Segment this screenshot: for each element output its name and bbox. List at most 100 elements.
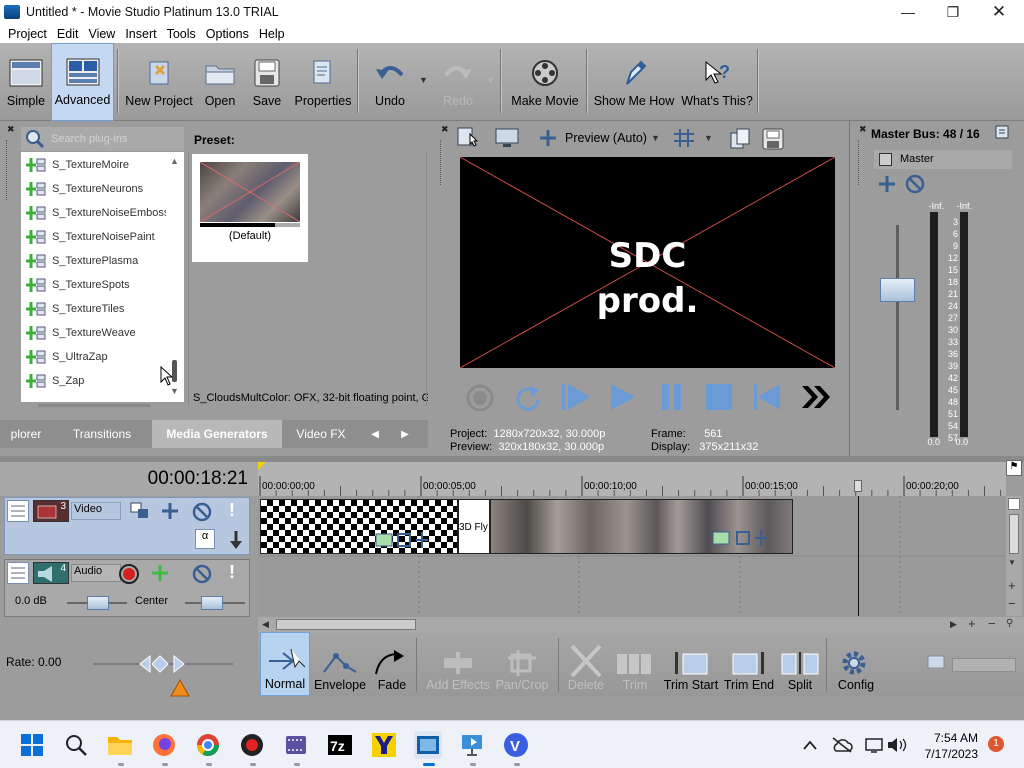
- plugin-list-item[interactable]: S_TextureNoiseEmboss: [21, 201, 184, 225]
- collapse-left-icon[interactable]: ✖: [7, 124, 15, 135]
- firefox-icon[interactable]: [150, 731, 178, 759]
- plugin-list-item[interactable]: S_TexturePlasma: [21, 249, 184, 273]
- play-icon[interactable]: [607, 382, 639, 415]
- video-solo-icon[interactable]: !: [229, 500, 235, 521]
- advanced-mode-button[interactable]: Advanced: [51, 43, 114, 121]
- audio-track-expand-icon[interactable]: [7, 562, 29, 584]
- menu-view[interactable]: View: [83, 27, 120, 41]
- tab-scroll-left-icon[interactable]: ◀: [360, 420, 390, 448]
- plugin-list-item[interactable]: S_TextureNoisePaint: [21, 225, 184, 249]
- collapse-master-icon[interactable]: ✖: [859, 124, 867, 135]
- menu-insert[interactable]: Insert: [120, 27, 161, 41]
- track-area[interactable]: 3D Fly: [258, 496, 1006, 616]
- generated-media-clip[interactable]: [490, 499, 793, 554]
- tab-scroll-right-icon[interactable]: ▶: [390, 420, 420, 448]
- menu-options[interactable]: Options: [201, 27, 254, 41]
- zoom-icon[interactable]: ⚲: [1006, 618, 1013, 629]
- timeline-horizontal-scrollbar[interactable]: ◀ ▶ + − ⚲: [258, 616, 1024, 632]
- more-transport-icon[interactable]: [800, 382, 832, 415]
- vertical-scroll-thumb[interactable]: [1009, 514, 1019, 554]
- vpn-app-icon[interactable]: V: [502, 731, 530, 759]
- config-button[interactable]: Config: [832, 632, 880, 696]
- tab-video-fx[interactable]: Video FX: [282, 420, 360, 448]
- playhead-cursor[interactable]: [858, 496, 859, 616]
- video-editor-icon[interactable]: [282, 731, 310, 759]
- pan-crop-button[interactable]: Pan/Crop: [494, 632, 550, 696]
- screen-recorder-icon[interactable]: [238, 731, 266, 759]
- split-button[interactable]: Split: [780, 632, 820, 696]
- envelope-tool-button[interactable]: Envelope: [314, 632, 366, 696]
- yellow-app-icon[interactable]: [370, 731, 398, 759]
- track-fx-icon[interactable]: [159, 501, 181, 524]
- trim-start-button[interactable]: Trim Start: [662, 632, 720, 696]
- zoom-out-icon[interactable]: [926, 652, 950, 677]
- save-snapshot-icon[interactable]: [762, 128, 784, 153]
- master-fx-icon[interactable]: [879, 153, 892, 166]
- pause-icon[interactable]: [658, 382, 686, 415]
- timeline-ruler[interactable]: 00:00:00;00 00:00:05;00 00:00:10;00 00:00:1…: [258, 462, 1006, 496]
- presentation-app-icon[interactable]: [458, 731, 486, 759]
- cloud-offline-icon[interactable]: [828, 731, 856, 759]
- show-hidden-icons-chevron-icon[interactable]: [796, 731, 824, 759]
- menu-tools[interactable]: Tools: [162, 27, 201, 41]
- minimize-button[interactable]: —: [885, 0, 931, 24]
- tab-explorer[interactable]: plorer: [0, 420, 52, 448]
- search-taskbar-icon[interactable]: [62, 731, 90, 759]
- collapse-preview-icon[interactable]: ✖: [441, 124, 449, 135]
- preview-device-icon[interactable]: [456, 126, 482, 150]
- go-to-start-icon[interactable]: [752, 382, 784, 415]
- movie-studio-taskbar-icon[interactable]: [414, 731, 442, 759]
- plugin-list-item[interactable]: S_TextureSpots: [21, 273, 184, 297]
- trim-button[interactable]: Trim: [612, 632, 658, 696]
- horizontal-scroll-thumb[interactable]: [38, 404, 150, 407]
- split-screen-icon[interactable]: [538, 128, 558, 151]
- rate-slider-icon[interactable]: [138, 654, 186, 674]
- plugin-list-scrollbar[interactable]: ▲ ▼: [166, 152, 184, 402]
- undo-button[interactable]: Undo: [370, 43, 410, 121]
- plugin-list-item[interactable]: S_TextureNeurons: [21, 177, 184, 201]
- marker-icon[interactable]: ⚑: [1006, 460, 1022, 476]
- video-preview-window-icon[interactable]: [495, 128, 519, 151]
- checker-clip[interactable]: [260, 499, 458, 554]
- menu-help[interactable]: Help: [254, 27, 290, 41]
- 7zip-icon[interactable]: 7z: [326, 731, 354, 759]
- plugin-list-item[interactable]: S_TextureWeave: [21, 321, 184, 345]
- properties-button[interactable]: Properties: [292, 43, 354, 121]
- whats-this-button[interactable]: ? What's This?: [681, 43, 753, 121]
- plugin-search-box[interactable]: Search plug-ins: [21, 127, 184, 151]
- rate-marker-icon[interactable]: [169, 678, 191, 698]
- track-expand-icon[interactable]: [7, 500, 29, 522]
- tab-transitions[interactable]: Transitions: [52, 420, 152, 448]
- fade-tool-button[interactable]: Fade: [370, 632, 414, 696]
- overlays-grid-icon[interactable]: [672, 128, 696, 151]
- add-effects-button[interactable]: Add Effects: [426, 632, 490, 696]
- volume-icon[interactable]: [883, 731, 911, 759]
- horizontal-timeline-thumb[interactable]: [276, 619, 416, 630]
- master-bus-options-icon[interactable]: [994, 124, 1010, 143]
- file-explorer-icon[interactable]: [106, 731, 134, 759]
- pan-slider[interactable]: [201, 596, 223, 610]
- audio-mute-icon[interactable]: [191, 563, 213, 588]
- panel-grip[interactable]: [6, 140, 8, 200]
- make-compositing-child-icon[interactable]: [227, 529, 245, 554]
- timeline-vertical-scrollbar[interactable]: ▼ + −: [1006, 496, 1022, 616]
- menu-project[interactable]: Project: [3, 27, 52, 41]
- record-icon[interactable]: [465, 383, 495, 416]
- master-fader-handle[interactable]: [880, 278, 915, 302]
- chrome-icon[interactable]: [194, 731, 222, 759]
- master-mute-icon[interactable]: [904, 173, 926, 198]
- playhead-marker-icon[interactable]: [854, 480, 862, 492]
- volume-slider[interactable]: [87, 596, 109, 610]
- preview-quality-dropdown[interactable]: Preview (Auto): [565, 131, 647, 145]
- show-me-how-button[interactable]: Show Me How: [594, 43, 674, 121]
- undo-dropdown-arrow-icon[interactable]: ▼: [419, 75, 428, 85]
- plugin-list-item[interactable]: S_TextureTiles: [21, 297, 184, 321]
- redo-button[interactable]: Redo: [438, 43, 478, 121]
- redo-dropdown-arrow-icon[interactable]: ▼: [486, 75, 495, 85]
- menu-edit[interactable]: Edit: [52, 27, 84, 41]
- transition-3d-fly[interactable]: 3D Fly: [458, 499, 490, 554]
- audio-fx-icon[interactable]: [149, 563, 171, 586]
- loop-playback-icon[interactable]: [512, 383, 544, 416]
- trim-end-button[interactable]: Trim End: [722, 632, 776, 696]
- preview-quality-arrow-icon[interactable]: ▼: [651, 133, 660, 143]
